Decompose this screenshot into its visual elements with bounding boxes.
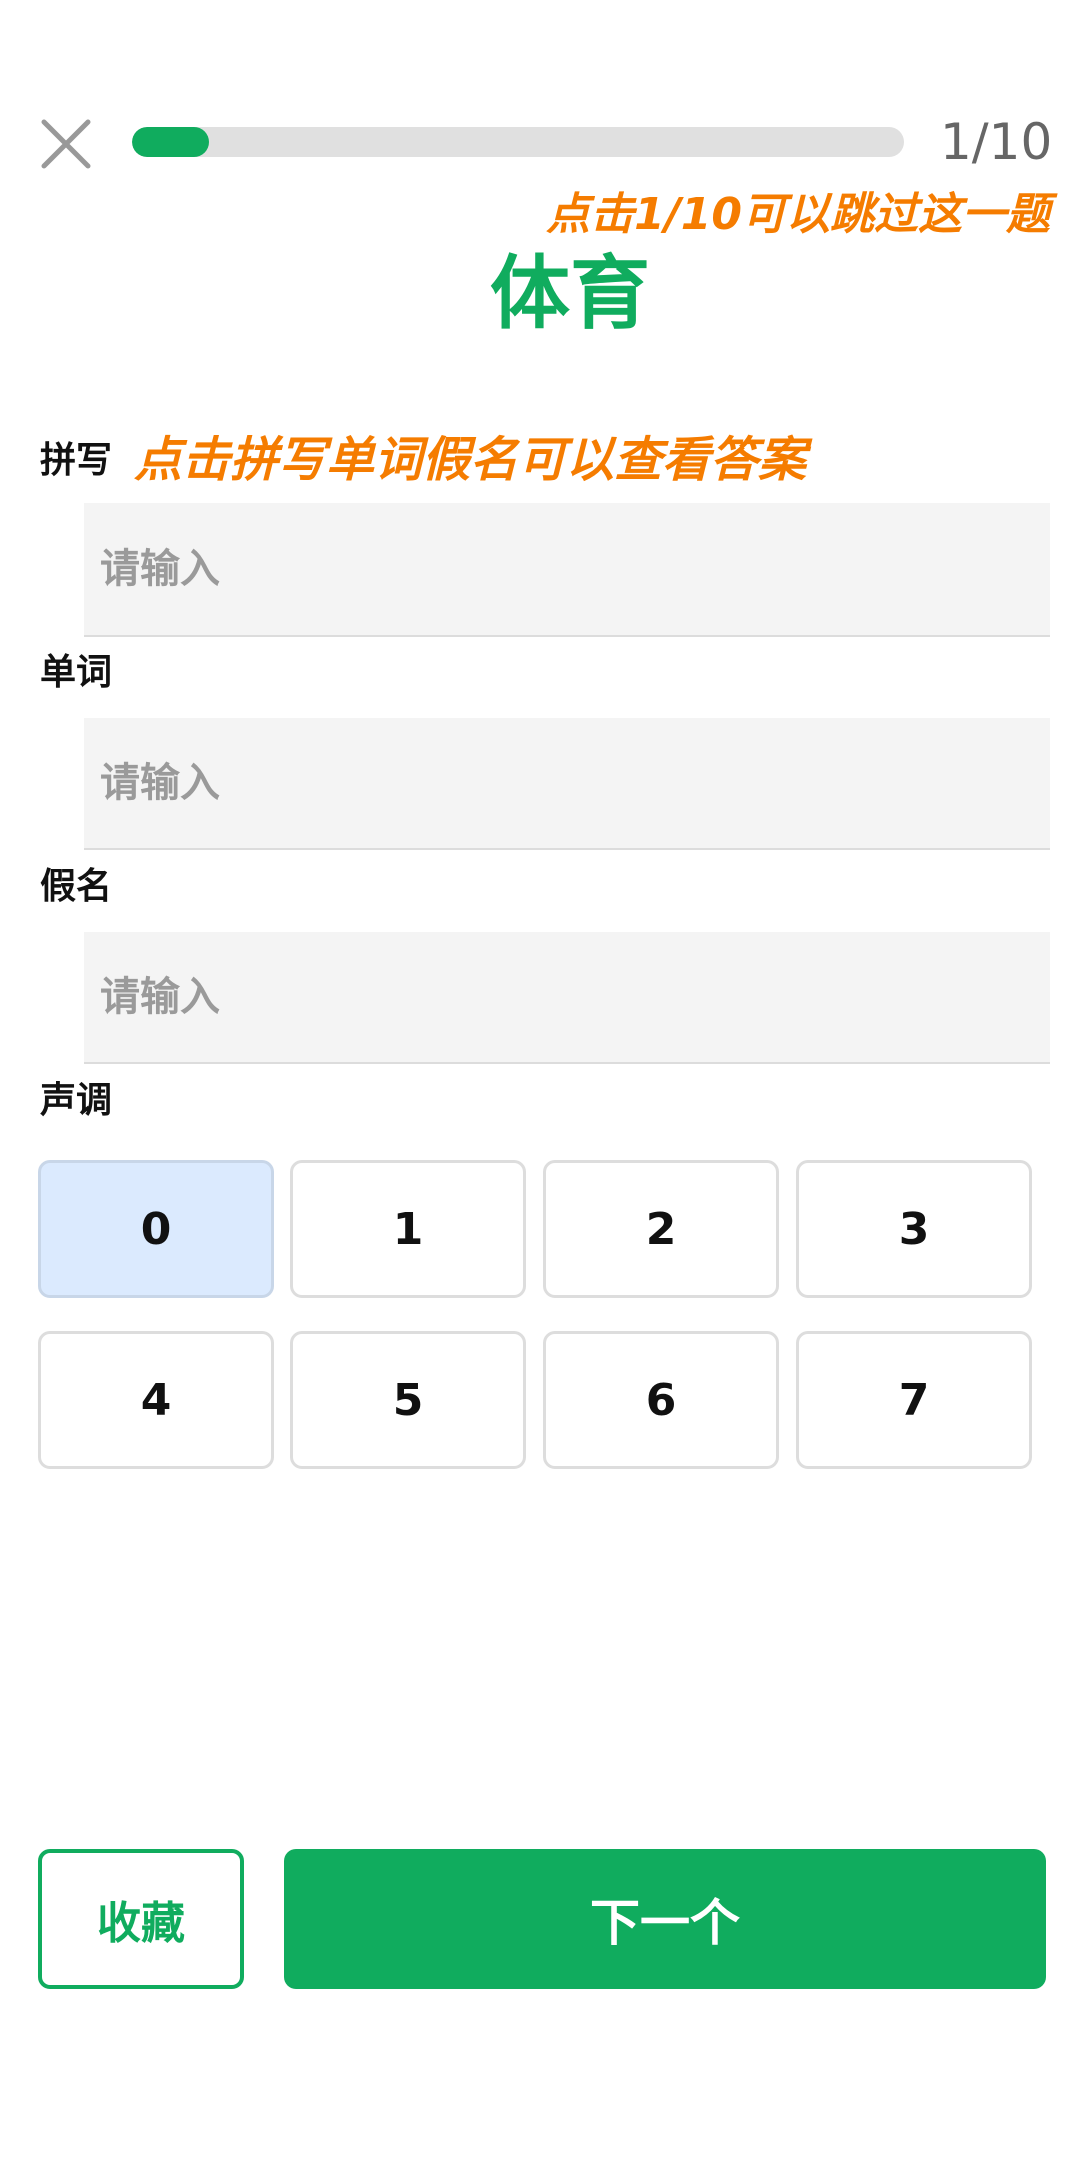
tone-option-1[interactable]: 1: [290, 1160, 526, 1298]
tone-option-0[interactable]: 0: [38, 1160, 274, 1298]
reveal-answer-hint: 点击拼写单词假名可以查看答案: [134, 432, 807, 488]
tone-option-6[interactable]: 6: [543, 1331, 779, 1469]
progress-fill: [132, 127, 210, 157]
tone-option-5[interactable]: 5: [290, 1331, 526, 1469]
word-label[interactable]: 单词: [40, 648, 112, 698]
spelling-input[interactable]: [84, 503, 1050, 637]
tone-option-3[interactable]: 3: [796, 1160, 1032, 1298]
progress-bar: [132, 127, 904, 157]
tone-option-2[interactable]: 2: [543, 1160, 779, 1298]
word-input[interactable]: [84, 718, 1050, 850]
skip-hint: 点击1/10可以跳过这一题: [546, 189, 1050, 240]
tone-option-4[interactable]: 4: [38, 1331, 274, 1469]
word-title: 体育: [490, 247, 650, 340]
favorite-button[interactable]: 收藏: [38, 1849, 244, 1989]
progress-counter[interactable]: 1/10: [940, 112, 1052, 172]
kana-input[interactable]: [84, 932, 1050, 1064]
close-button[interactable]: [36, 114, 96, 174]
kana-label[interactable]: 假名: [40, 862, 112, 912]
tone-option-7[interactable]: 7: [796, 1331, 1032, 1469]
next-button[interactable]: 下一个: [284, 1849, 1046, 1989]
spelling-label[interactable]: 拼写: [40, 436, 112, 486]
tone-label: 声调: [40, 1080, 113, 1121]
close-icon: [36, 114, 96, 174]
